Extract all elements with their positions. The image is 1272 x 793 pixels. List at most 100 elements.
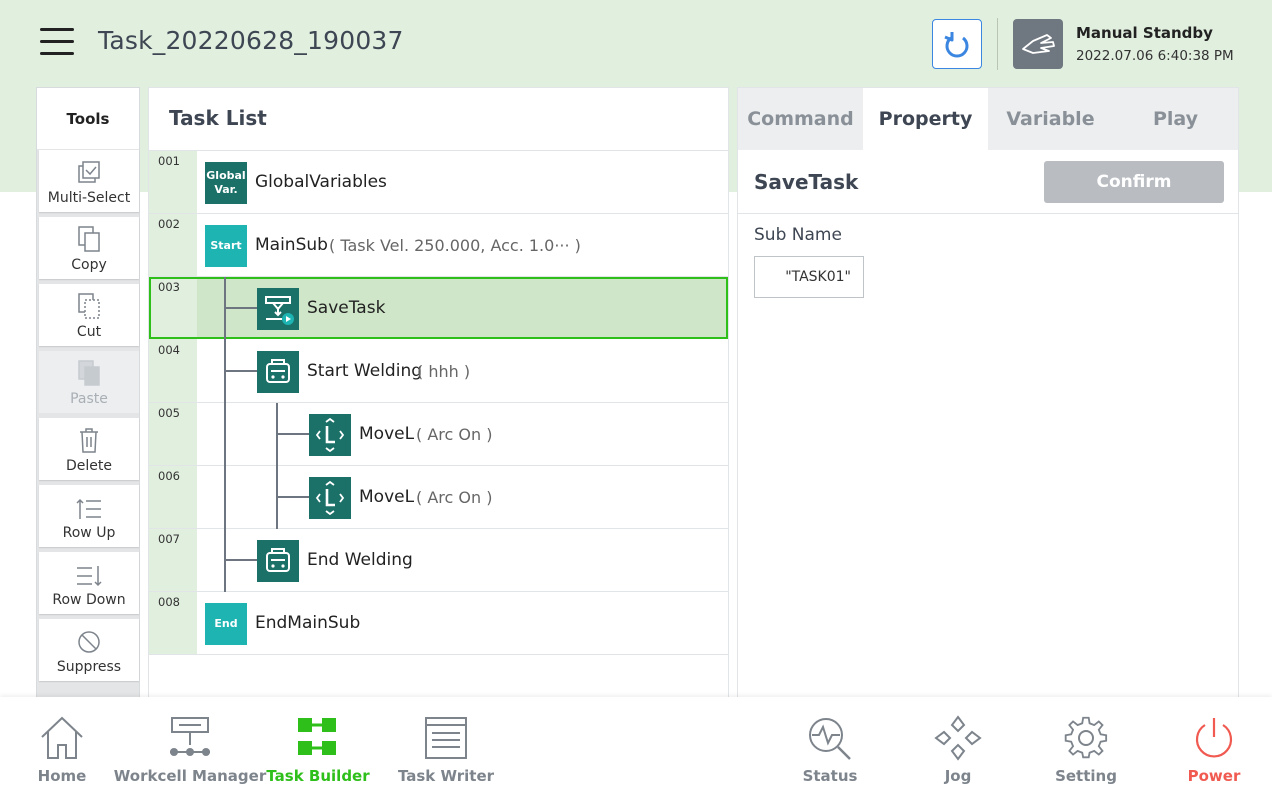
tool-label: Multi-Select <box>47 190 131 206</box>
nav-label: Status <box>802 767 858 785</box>
row-number: 007 <box>158 532 180 546</box>
row-label: Start Welding <box>307 361 423 381</box>
nav-label: Setting <box>1055 767 1117 785</box>
row-number: 001 <box>158 154 180 168</box>
task-writer-icon <box>425 717 467 759</box>
task-list-panel: Task List 001 Global Var. GlobalVariable… <box>148 87 729 699</box>
header-divider <box>997 18 998 70</box>
property-title: SaveTask <box>754 170 859 194</box>
row-down-button[interactable]: Row Down <box>39 552 139 614</box>
home-icon <box>41 716 83 759</box>
row-label: MoveL <box>359 424 415 444</box>
welding-icon <box>257 540 299 582</box>
tools-title: Tools <box>37 88 139 149</box>
row-label: SaveTask <box>307 298 386 318</box>
tool-label: Row Up <box>62 525 116 541</box>
trash-icon <box>80 428 98 453</box>
tree-line <box>276 403 278 529</box>
suppress-icon <box>78 631 100 653</box>
tool-label: Delete <box>66 458 112 474</box>
tab-variable[interactable]: Variable <box>988 88 1113 150</box>
bottom-navigation: Home Workcell Manager Task Builder Task … <box>0 697 1272 793</box>
paste-icon <box>78 360 100 386</box>
task-row-main-sub[interactable]: 002 Start MainSub ( Task Vel. 250.000, A… <box>149 214 728 277</box>
task-row-movel[interactable]: 005 MoveL ( Arc On ) <box>149 403 728 466</box>
paste-button[interactable]: Paste <box>39 351 139 413</box>
tool-label: Paste <box>70 391 108 407</box>
workcell-icon <box>170 717 210 756</box>
nav-home[interactable]: Home <box>0 697 132 793</box>
property-panel: Command Property Variable Play SaveTask … <box>737 87 1239 699</box>
status-icon <box>809 718 851 760</box>
suppress-button[interactable]: Suppress <box>39 619 139 681</box>
row-argument: ( hhh ) <box>417 362 471 381</box>
row-number: 004 <box>158 343 180 357</box>
row-down-icon <box>77 566 102 587</box>
row-number: 006 <box>158 469 180 483</box>
copy-button[interactable]: Copy <box>39 217 139 279</box>
jog-icon <box>934 715 982 761</box>
row-argument: ( Arc On ) <box>416 488 493 507</box>
gear-icon <box>1064 716 1108 759</box>
nav-status[interactable]: Status <box>760 697 900 793</box>
end-node: End <box>205 603 247 645</box>
tree-line <box>276 496 309 498</box>
nav-label: Task Writer <box>397 767 495 785</box>
task-row-global-variables[interactable]: 001 Global Var. GlobalVariables <box>149 151 728 214</box>
robot-status-time: 2022.07.06 6:40:38 PM <box>1076 48 1234 64</box>
row-argument: ( Task Vel. 250.000, Acc. 1.0··· ) <box>329 236 581 255</box>
row-label: MoveL <box>359 487 415 507</box>
multi-select-button[interactable]: Multi-Select <box>39 150 139 212</box>
row-number: 003 <box>158 280 180 294</box>
hamburger-menu-icon[interactable] <box>40 26 76 58</box>
confirm-button[interactable]: Confirm <box>1044 161 1224 203</box>
row-up-button[interactable]: Row Up <box>39 485 139 547</box>
task-list-title: Task List <box>169 106 267 130</box>
power-icon <box>1195 718 1233 758</box>
global-var-node: Global Var. <box>205 162 247 204</box>
copy-icon <box>78 226 100 252</box>
row-label: End Welding <box>307 550 413 570</box>
nav-power[interactable]: Power <box>1144 697 1272 793</box>
tree-line <box>224 559 257 561</box>
nav-task-builder[interactable]: Task Builder <box>248 697 388 793</box>
nav-workcell-manager[interactable]: Workcell Manager <box>114 697 266 793</box>
nav-task-writer[interactable]: Task Writer <box>376 697 516 793</box>
tree-line <box>224 307 257 309</box>
cut-button[interactable]: Cut <box>39 284 139 346</box>
delete-button[interactable]: Delete <box>39 418 139 480</box>
nav-label: Task Builder <box>266 767 370 785</box>
tree-line <box>224 370 257 372</box>
nav-label: Power <box>1187 767 1241 785</box>
row-up-icon <box>76 498 101 519</box>
row-label: EndMainSub <box>255 613 361 633</box>
row-number: 002 <box>158 217 180 231</box>
nav-label: Jog <box>944 767 972 785</box>
tools-panel: Tools Multi-Select Copy Cut Paste Delete… <box>36 87 140 699</box>
tab-property[interactable]: Property <box>863 88 988 150</box>
refresh-button[interactable] <box>932 19 982 69</box>
nav-setting[interactable]: Setting <box>1016 697 1156 793</box>
row-number: 008 <box>158 595 180 609</box>
tab-play[interactable]: Play <box>1113 88 1238 150</box>
sub-name-input[interactable]: "TASK01" <box>754 256 864 298</box>
movel-icon <box>309 477 351 519</box>
nav-label: Home <box>37 767 87 785</box>
task-row-end-main-sub[interactable]: 008 End EndMainSub <box>149 592 728 655</box>
task-title: Task_20220628_190037 <box>98 26 404 55</box>
task-row-movel[interactable]: 006 MoveL ( Arc On ) <box>149 466 728 529</box>
tab-command[interactable]: Command <box>738 88 863 150</box>
hand-guide-icon <box>1013 19 1063 69</box>
tool-label: Row Down <box>52 592 126 608</box>
tree-line <box>224 277 226 592</box>
divider <box>738 213 1238 214</box>
tree-line <box>276 433 309 435</box>
tool-label: Cut <box>76 324 102 340</box>
row-number: 005 <box>158 406 180 420</box>
cut-icon <box>78 293 100 319</box>
refresh-icon <box>944 32 969 58</box>
welding-icon <box>257 351 299 393</box>
row-argument: ( Arc On ) <box>416 425 493 444</box>
row-label: GlobalVariables <box>255 172 387 192</box>
nav-jog[interactable]: Jog <box>888 697 1028 793</box>
